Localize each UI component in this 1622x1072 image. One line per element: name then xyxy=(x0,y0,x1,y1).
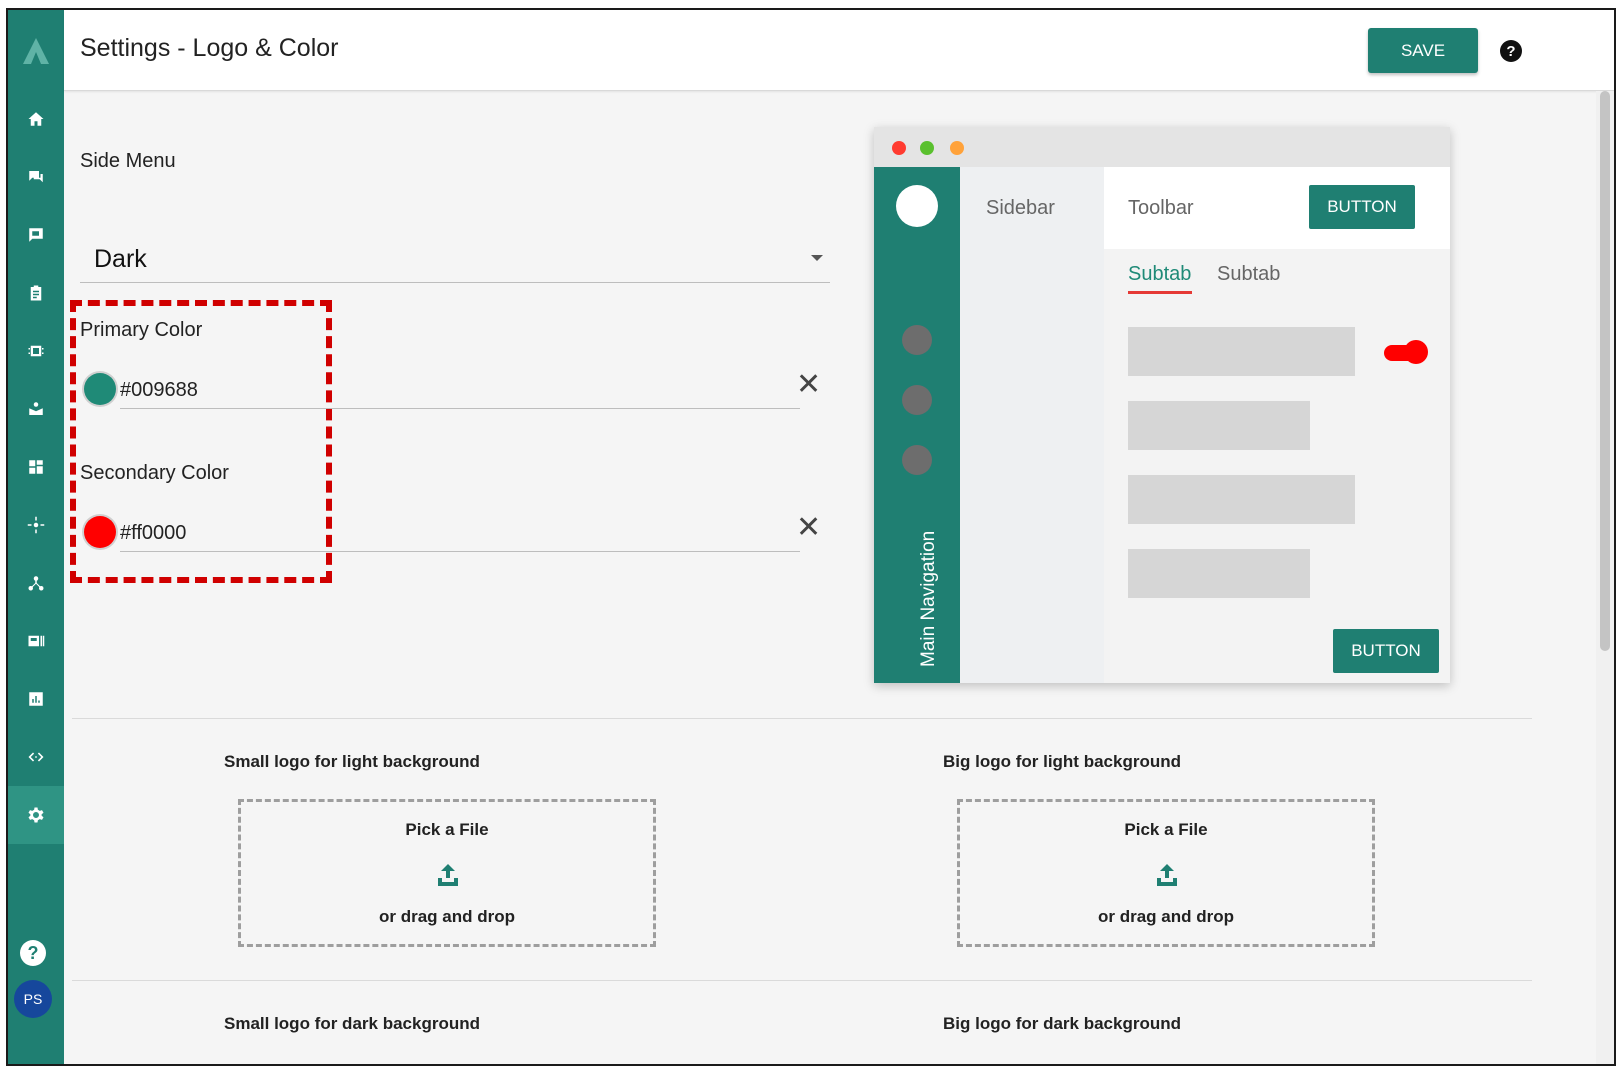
preview-sidebar-label: Sidebar xyxy=(986,197,1055,219)
nav-hub-icon[interactable] xyxy=(8,554,64,612)
nav-sparkle-icon[interactable] xyxy=(8,496,64,554)
secondary-color-input[interactable] xyxy=(120,516,800,552)
preview-placeholder xyxy=(1128,401,1310,450)
big-logo-dark-label: Big logo for dark background xyxy=(943,1014,1182,1033)
help-icon[interactable]: ? xyxy=(20,940,46,966)
big-logo-light-label: Big logo for light background xyxy=(943,752,1181,771)
preview-main-area xyxy=(1104,249,1450,683)
clear-primary-icon[interactable]: ✕ xyxy=(796,367,821,402)
nav-inbox-icon[interactable] xyxy=(8,380,64,438)
preview-nav-dot xyxy=(902,445,932,475)
preview-titlebar xyxy=(874,127,1450,167)
upload-icon xyxy=(1157,864,1177,886)
small-logo-light-label: Small logo for light background xyxy=(224,752,480,771)
preview-placeholder xyxy=(1128,549,1310,598)
preview-tab-indicator xyxy=(1128,291,1192,294)
drag-drop-label: or drag and drop xyxy=(1098,907,1234,926)
nav-dashboard-icon[interactable] xyxy=(8,438,64,496)
user-avatar[interactable]: PS xyxy=(14,980,52,1018)
main-content: Side Menu Dark Primary Color ✕ Secondary… xyxy=(64,91,1614,1064)
scrollbar[interactable] xyxy=(1596,91,1614,1064)
preview-nav-label: Main Navigation xyxy=(918,530,939,667)
nav-chat-icon[interactable] xyxy=(8,148,64,206)
side-menu-label: Side Menu xyxy=(80,150,176,172)
secondary-color-swatch[interactable] xyxy=(84,516,116,548)
nav-chip-icon[interactable] xyxy=(8,322,64,380)
scrollbar-thumb[interactable] xyxy=(1600,91,1610,651)
pick-file-label: Pick a File xyxy=(1124,820,1208,839)
clear-secondary-icon[interactable]: ✕ xyxy=(796,510,821,545)
nav-home-icon[interactable] xyxy=(8,90,64,148)
preview-toggle-knob xyxy=(1404,340,1428,364)
page-title: Settings - Logo & Color xyxy=(80,34,339,62)
preview-bottom-button: BUTTON xyxy=(1333,629,1439,673)
window-max-dot xyxy=(920,141,934,155)
nav-settings-icon[interactable] xyxy=(8,786,64,844)
preview-toolbar-button: BUTTON xyxy=(1309,185,1415,229)
small-logo-dark-label: Small logo for dark background xyxy=(224,1014,480,1033)
preview-placeholder xyxy=(1128,327,1355,376)
preview-main-navigation: Main Navigation xyxy=(874,167,960,683)
primary-color-row: ✕ xyxy=(80,368,821,413)
preview-toolbar-label: Toolbar xyxy=(1128,197,1194,219)
small-logo-light-dropzone[interactable]: Pick a File or drag and drop xyxy=(238,799,656,947)
nav-feedback-icon[interactable] xyxy=(8,206,64,264)
nav-clipboard-icon[interactable] xyxy=(8,264,64,322)
secondary-color-row: ✕ xyxy=(80,511,821,556)
help-circle-icon[interactable]: ? xyxy=(1500,40,1522,62)
preview-nav-dot xyxy=(902,385,932,415)
preview-placeholder xyxy=(1128,475,1355,524)
window-close-dot xyxy=(892,141,906,155)
app-logo[interactable] xyxy=(8,10,64,92)
nav-chart-icon[interactable] xyxy=(8,670,64,728)
primary-color-label: Primary Color xyxy=(80,319,203,341)
dropdown-caret-icon xyxy=(811,255,823,261)
preview-sidebar: Sidebar xyxy=(960,167,1104,683)
top-header: Settings - Logo & Color SAVE ? xyxy=(64,10,1614,91)
primary-color-input[interactable] xyxy=(120,373,800,409)
preview-subtab: Subtab xyxy=(1217,263,1281,285)
pick-file-label: Pick a File xyxy=(405,820,489,839)
side-menu-select[interactable]: Dark xyxy=(80,231,830,283)
side-menu-value: Dark xyxy=(94,245,147,273)
theme-preview: Main Navigation Sidebar Toolbar BUTTON S… xyxy=(874,127,1450,683)
section-divider xyxy=(72,980,1532,981)
preview-subtab-active: Subtab xyxy=(1128,263,1192,285)
nav-rail: ? PS xyxy=(8,10,64,1064)
section-divider xyxy=(72,718,1532,719)
preview-avatar xyxy=(896,185,938,227)
upload-icon xyxy=(438,864,458,886)
app-window: ? PS Settings - Logo & Color SAVE ? Side… xyxy=(6,8,1616,1066)
window-min-dot xyxy=(950,141,964,155)
nav-id-card-icon[interactable] xyxy=(8,612,64,670)
secondary-color-label: Secondary Color xyxy=(80,462,229,484)
save-button[interactable]: SAVE xyxy=(1368,28,1478,73)
drag-drop-label: or drag and drop xyxy=(379,907,515,926)
big-logo-light-dropzone[interactable]: Pick a File or drag and drop xyxy=(957,799,1375,947)
preview-nav-dot xyxy=(902,325,932,355)
primary-color-swatch[interactable] xyxy=(84,373,116,405)
nav-code-icon[interactable] xyxy=(8,728,64,786)
